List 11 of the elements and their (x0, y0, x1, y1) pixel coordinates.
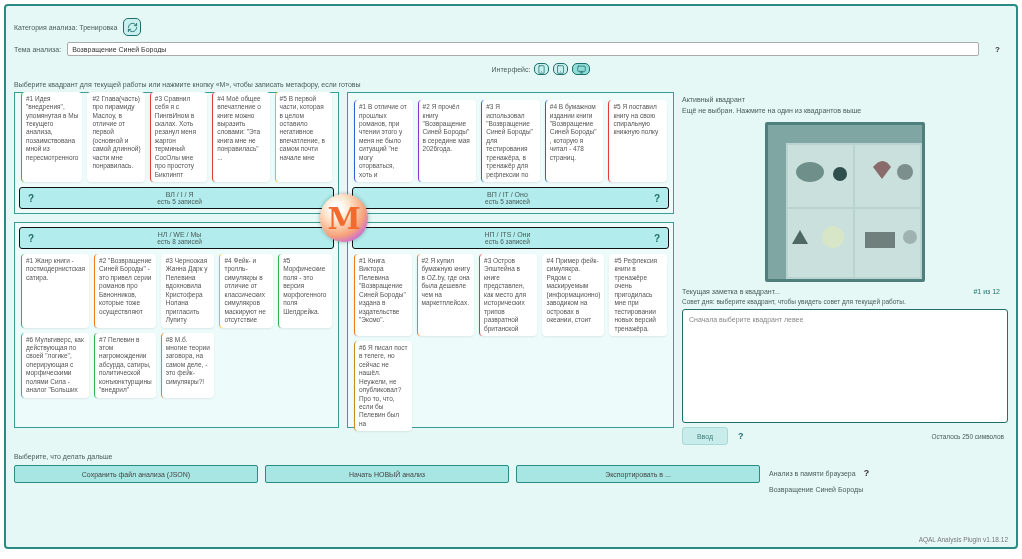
help-link[interactable]: ? (863, 468, 870, 478)
help-link[interactable]: ? (738, 431, 744, 441)
phone-mode-button[interactable] (534, 63, 550, 75)
help-link[interactable]: ? (653, 232, 660, 244)
help-link[interactable]: ? (995, 44, 1000, 54)
refresh-button[interactable] (123, 18, 142, 36)
help-link[interactable]: ? (653, 192, 660, 204)
help-link[interactable]: ? (28, 232, 35, 244)
desktop-mode-button[interactable] (572, 63, 591, 75)
help-link[interactable]: ? (28, 192, 35, 204)
tablet-mode-button[interactable] (553, 63, 569, 75)
